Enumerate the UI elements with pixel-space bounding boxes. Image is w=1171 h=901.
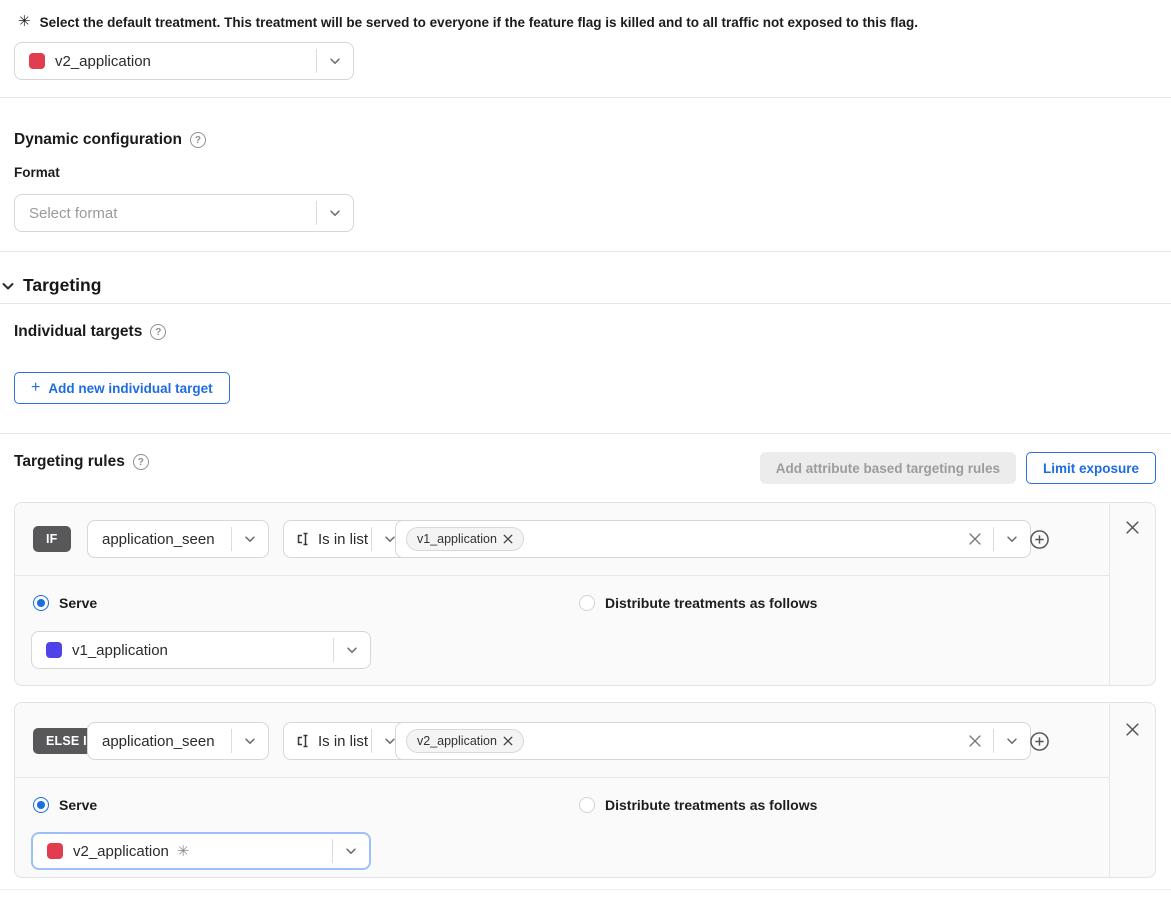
format-placeholder: Select format [29,205,117,222]
card-divider [15,575,1109,576]
attribute-value: application_seen [102,531,215,548]
serve-radio-option[interactable]: Serve [33,797,97,813]
section-divider [0,303,1171,304]
radio-selected-icon[interactable] [33,595,49,611]
chip-remove-icon[interactable] [503,534,513,544]
targeting-rule-card: IF application_seen Is in list v1_applic… [14,502,1156,686]
distribute-label: Distribute treatments as follows [605,595,817,611]
targeting-rule-card: ELSE IF application_seen Is in list v2_a… [14,702,1156,878]
remove-rule-button[interactable] [1125,520,1140,535]
treatment-color-swatch [46,642,62,658]
chevron-down-icon[interactable] [994,532,1030,546]
radio-selected-icon[interactable] [33,797,49,813]
add-condition-button[interactable] [1028,730,1051,753]
string-type-icon [294,732,312,750]
serve-treatment-value: v2_application [73,843,169,860]
default-treatment-select[interactable]: v2_application [14,42,354,80]
help-icon[interactable]: ? [150,324,166,340]
add-condition-button[interactable] [1028,528,1051,551]
default-treatment-asterisk-icon: ✳ [177,844,190,859]
serve-label: Serve [59,797,97,813]
default-treatment-value: v2_application [55,53,151,70]
rule-keyword-badge: IF [33,526,71,552]
default-treatment-note: ✳ Select the default treatment. This tre… [18,14,918,30]
help-icon[interactable]: ? [190,132,206,148]
attribute-select[interactable]: application_seen [87,520,269,558]
chip-label: v1_application [417,532,497,546]
chip-remove-icon[interactable] [503,736,513,746]
distribute-radio-option[interactable]: Distribute treatments as follows [579,797,817,813]
chevron-down-icon[interactable] [232,532,268,546]
help-icon[interactable]: ? [133,454,149,470]
distribute-label: Distribute treatments as follows [605,797,817,813]
chip-label: v2_application [417,734,497,748]
treatment-color-swatch [47,843,63,859]
serve-treatment-value: v1_application [72,642,168,659]
section-divider [0,251,1171,252]
serve-label: Serve [59,595,97,611]
clear-values-icon[interactable] [957,734,993,748]
chevron-down-icon[interactable] [317,206,353,220]
chevron-down-icon[interactable] [0,278,16,294]
serve-treatment-select[interactable]: v1_application [31,631,371,669]
card-divider [1109,703,1110,877]
section-divider [0,889,1171,890]
radio-unselected-icon[interactable] [579,797,595,813]
chevron-down-icon[interactable] [232,734,268,748]
add-individual-target-button[interactable]: + Add new individual target [14,372,230,404]
serve-radio-option[interactable]: Serve [33,595,97,611]
targeting-section-toggle[interactable]: Targeting [0,275,101,296]
matcher-value: Is in list [318,531,368,548]
section-divider [0,97,1171,98]
attribute-select[interactable]: application_seen [87,722,269,760]
value-chip: v1_application [406,527,524,551]
remove-rule-button[interactable] [1125,722,1140,737]
default-asterisk-icon: ✳ [18,14,31,29]
format-label: Format [14,165,60,180]
plus-icon: + [31,380,40,396]
section-divider [0,433,1171,434]
matcher-select[interactable]: Is in list [283,722,409,760]
matcher-value: Is in list [318,733,368,750]
chevron-down-icon[interactable] [334,643,370,657]
targeting-rules-title: Targeting rules ? [14,453,149,471]
card-divider [15,777,1109,778]
card-divider [1109,503,1110,685]
default-treatment-note-text: Select the default treatment. This treat… [40,14,918,30]
string-type-icon [294,530,312,548]
treatment-color-swatch [29,53,45,69]
distribute-radio-option[interactable]: Distribute treatments as follows [579,595,817,611]
value-chip: v2_application [406,729,524,753]
chevron-down-icon[interactable] [333,844,369,858]
dynamic-config-title: Dynamic configuration ? [14,131,206,149]
matcher-select[interactable]: Is in list [283,520,409,558]
values-multiselect[interactable]: v1_application [395,520,1031,558]
format-select[interactable]: Select format [14,194,354,232]
serve-treatment-select[interactable]: v2_application ✳ [31,832,371,870]
limit-exposure-button[interactable]: Limit exposure [1026,452,1156,484]
add-attribute-rules-button[interactable]: Add attribute based targeting rules [760,452,1016,484]
chevron-down-icon[interactable] [994,734,1030,748]
radio-unselected-icon[interactable] [579,595,595,611]
chevron-down-icon[interactable] [317,54,353,68]
targeting-title: Targeting [23,275,101,296]
clear-values-icon[interactable] [957,532,993,546]
individual-targets-title: Individual targets ? [14,323,166,341]
values-multiselect[interactable]: v2_application [395,722,1031,760]
attribute-value: application_seen [102,733,215,750]
